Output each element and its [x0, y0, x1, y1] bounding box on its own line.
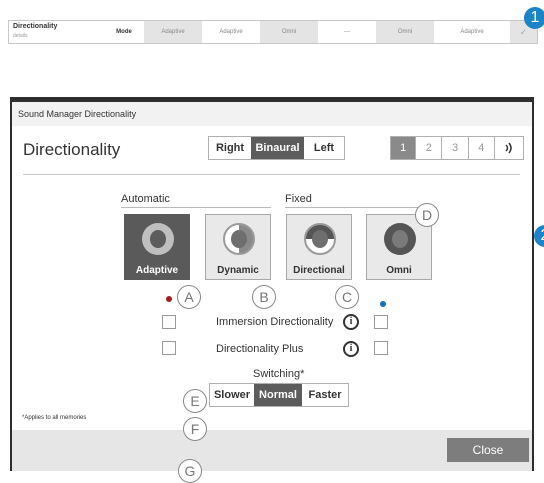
- summary-cell: Adaptive: [219, 29, 243, 35]
- immersion-left-checkbox[interactable]: [162, 315, 176, 329]
- memory-3-button[interactable]: 3: [442, 137, 469, 159]
- automatic-underline: [121, 207, 271, 208]
- mode-adaptive-button[interactable]: Adaptive: [124, 214, 190, 280]
- page-title: Directionality: [23, 140, 121, 159]
- callout-b: B: [252, 285, 276, 309]
- info-icon[interactable]: i: [343, 341, 359, 357]
- fixed-label: Fixed: [285, 193, 312, 205]
- head-icon: [312, 230, 328, 248]
- memory-1-button[interactable]: 1: [391, 137, 417, 159]
- summary-cell: ---: [344, 29, 350, 35]
- callout-e: E: [183, 389, 207, 413]
- fixed-underline: [285, 207, 425, 208]
- plus-left-checkbox[interactable]: [162, 341, 176, 355]
- switching-faster-button[interactable]: Faster: [302, 384, 348, 406]
- mode-label: Directional: [293, 265, 345, 276]
- callout-a: A: [177, 285, 201, 309]
- right-ear-indicator: [380, 301, 386, 307]
- memory-4-button[interactable]: 4: [469, 137, 495, 159]
- summary-cell: Omni: [260, 21, 318, 43]
- summary-cell: Adaptive: [460, 29, 484, 35]
- side-left-button[interactable]: Left: [304, 137, 344, 159]
- plus-label: Directionality Plus: [216, 343, 304, 355]
- close-button[interactable]: Close: [447, 438, 529, 462]
- switching-slower-button[interactable]: Slower: [210, 384, 254, 406]
- automatic-label: Automatic: [121, 193, 170, 205]
- memory-2-button[interactable]: 2: [416, 137, 443, 159]
- switching-label: Switching*: [253, 368, 305, 380]
- side-right-button[interactable]: Right: [209, 137, 251, 159]
- mode-label: Mode: [116, 29, 132, 35]
- switching-selector: Slower Normal Faster: [209, 383, 349, 407]
- switching-normal-button[interactable]: Normal: [254, 384, 302, 406]
- divider: [23, 174, 520, 175]
- mode-label: Adaptive: [135, 265, 179, 276]
- callout-d: D: [415, 203, 439, 227]
- mode-label: Dynamic: [217, 265, 259, 276]
- plus-right-checkbox[interactable]: [374, 341, 388, 355]
- dialog-title: Sound Manager Directionality: [12, 102, 532, 126]
- callout-badge-1: 1: [524, 7, 544, 29]
- streaming-icon: [505, 142, 512, 154]
- callout-f: F: [183, 417, 207, 441]
- mode-label: Omni: [386, 265, 412, 276]
- head-icon: [392, 230, 408, 248]
- summary-cell: Adaptive: [144, 21, 202, 43]
- mode-directional-button[interactable]: Directional: [286, 214, 352, 280]
- summary-cell: Omni: [376, 21, 434, 43]
- head-icon: [150, 230, 166, 248]
- head-icon: [231, 230, 247, 248]
- left-ear-indicator: [166, 296, 172, 302]
- summary-subtitle: details: [13, 33, 28, 39]
- mode-dynamic-button[interactable]: Dynamic: [205, 214, 271, 280]
- memory-selector: 1 2 3 4: [390, 136, 524, 160]
- immersion-label: Immersion Directionality: [216, 316, 334, 328]
- directionality-summary-row[interactable]: Directionality details Mode Adaptive Ada…: [8, 20, 538, 44]
- side-selector: Right Binaural Left: [208, 136, 345, 160]
- side-binaural-button[interactable]: Binaural: [251, 137, 304, 159]
- stream-button[interactable]: [495, 137, 523, 159]
- callout-badge-2: 2: [534, 225, 544, 247]
- immersion-right-checkbox[interactable]: [374, 315, 388, 329]
- info-icon[interactable]: i: [343, 314, 359, 330]
- footnote: *Applies to all memories: [22, 415, 87, 421]
- callout-g: G: [178, 459, 202, 483]
- callout-c: C: [335, 285, 359, 309]
- summary-title: Directionality: [13, 23, 58, 30]
